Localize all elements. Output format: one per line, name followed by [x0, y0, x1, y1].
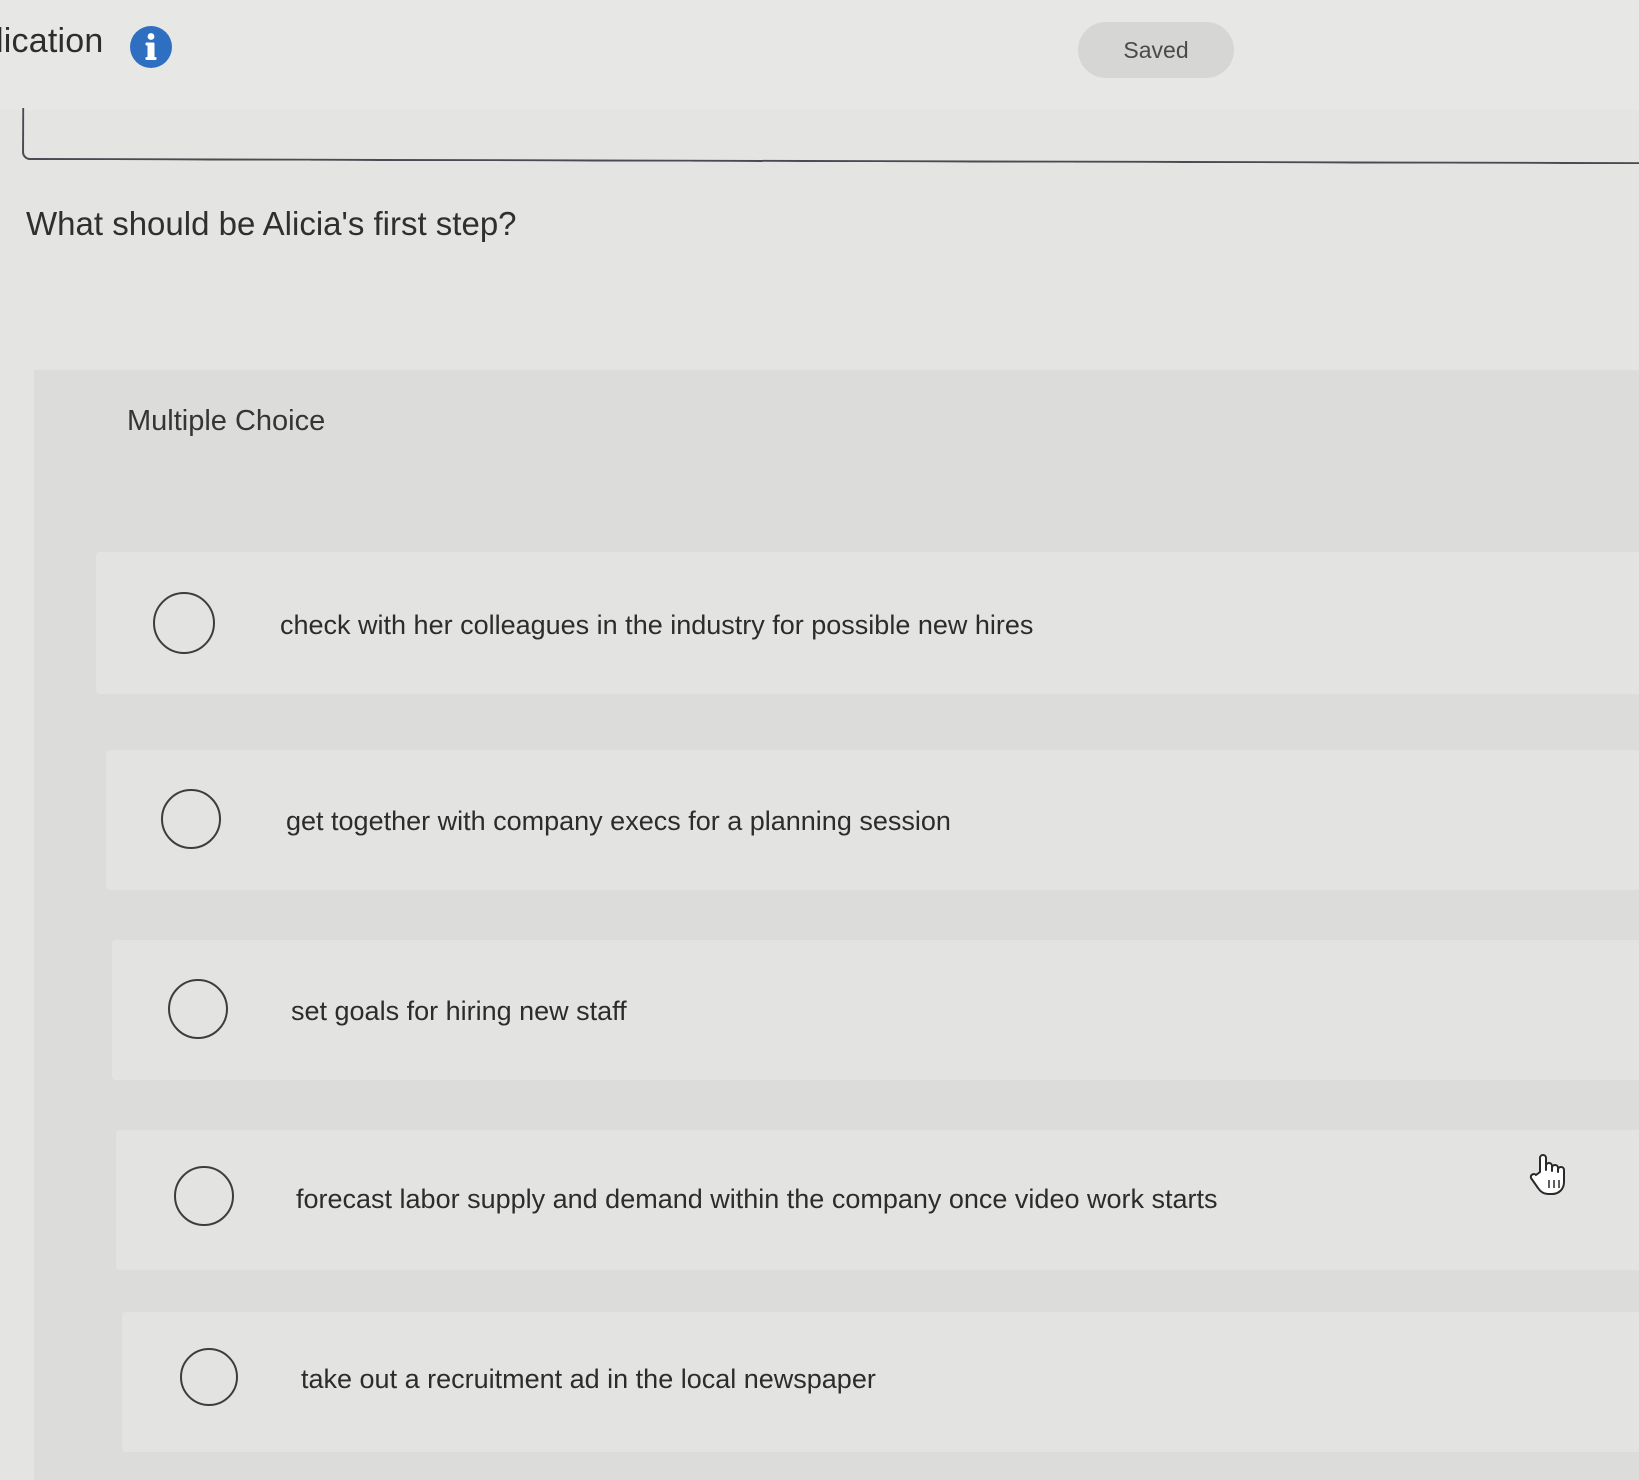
answer-option-label-4[interactable]: forecast labor supply and demand within … — [296, 1184, 1218, 1215]
radio-button-3[interactable] — [168, 979, 228, 1039]
answer-option-label-1[interactable]: check with her colleagues in the industr… — [280, 610, 1033, 641]
radio-button-1[interactable] — [153, 592, 215, 654]
hand-pointer-icon — [1529, 1154, 1565, 1195]
top-bar: lication Saved — [0, 0, 1639, 110]
question-type-label: Multiple Choice — [127, 405, 326, 437]
radio-button-5[interactable] — [180, 1348, 238, 1406]
answer-option-label-3[interactable]: set goals for hiring new staff — [291, 996, 627, 1027]
radio-button-2[interactable] — [161, 789, 221, 849]
question-prompt: What should be Alicia's first step? — [26, 205, 517, 242]
answer-option-label-5[interactable]: take out a recruitment ad in the local n… — [301, 1364, 876, 1395]
answer-option-label-2[interactable]: get together with company execs for a pl… — [286, 806, 951, 837]
saved-status-badge: Saved — [1078, 22, 1234, 78]
passage-box-bottom-edge — [22, 108, 1639, 165]
info-icon[interactable] — [128, 24, 174, 70]
radio-button-4[interactable] — [174, 1166, 234, 1226]
app-title: lication — [0, 22, 104, 60]
